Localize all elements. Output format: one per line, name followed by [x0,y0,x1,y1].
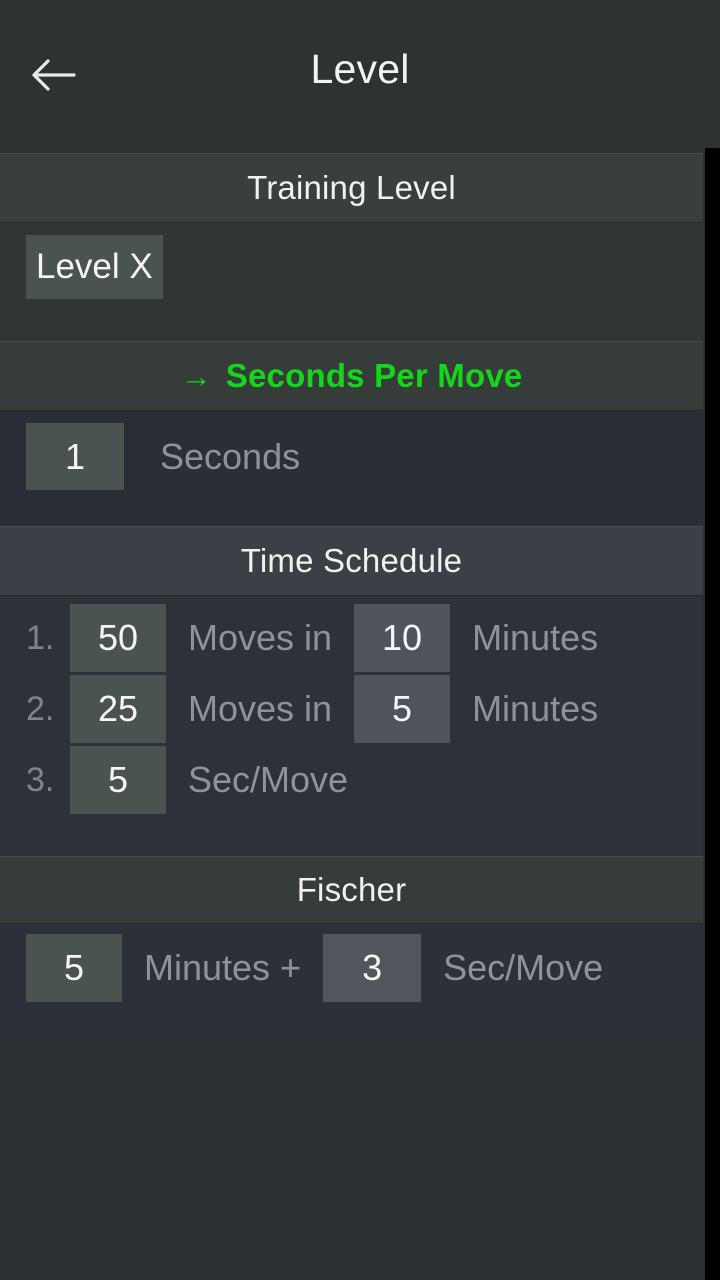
schedule-row-index: 3. [26,760,55,799]
seconds-value-button[interactable]: 1 [26,423,124,490]
fischer-increment-button[interactable]: 3 [323,934,422,1002]
training-level-row: Level X [26,235,163,299]
seconds-unit-label: Seconds [160,435,301,477]
fischer-minutes-button[interactable]: 5 [26,934,122,1002]
schedule-row: 2. 25 Moves in 5 Minutes [0,674,598,744]
schedule-minutes-button[interactable]: 10 [354,604,451,672]
schedule-row-index: 2. [26,689,55,728]
section-body-fischer: 5 Minutes + 3 Sec/Move [0,924,703,1042]
section-body-time-schedule: 1. 50 Moves in 10 Minutes 2. 25 Moves in… [0,596,703,856]
level-value-button[interactable]: Level X [26,235,163,299]
scrollbar-track[interactable] [705,148,720,1280]
schedule-secmove-button[interactable]: 5 [70,746,166,814]
section-title-time-schedule: Time Schedule [240,542,463,579]
schedule-minutes-label: Minutes [472,688,599,729]
section-title-training-level: Training Level [247,169,456,206]
seconds-per-move-row: 1 Seconds [26,423,300,490]
fischer-increment-label: Sec/Move [443,947,604,988]
section-title-seconds-per-move: Seconds Per Move [225,357,523,394]
section-header-seconds-per-move[interactable]: → Seconds Per Move [0,341,703,411]
page-title: Level [310,46,410,92]
schedule-row: 1. 50 Moves in 10 Minutes [0,603,598,673]
app-bar: Level [0,0,720,153]
arrow-right-icon: → [180,358,212,394]
settings-scroll-area[interactable]: Training Level Level X → Seconds Per Mov… [0,153,705,1280]
section-header-fischer[interactable]: Fischer [0,856,703,924]
section-header-training-level: Training Level [0,153,703,223]
schedule-secmove-label: Sec/Move [188,759,349,800]
section-body-training-level: Level X [0,223,703,341]
section-body-seconds-per-move: 1 Seconds [0,411,703,526]
section-title-fischer: Fischer [296,871,407,908]
fischer-minutes-label: Minutes + [144,947,302,988]
schedule-moves-label: Moves in [188,617,333,658]
content-filler [0,1042,703,1280]
schedule-minutes-label: Minutes [472,617,599,658]
schedule-moves-button[interactable]: 50 [70,604,166,672]
schedule-row: 3. 5 Sec/Move [0,745,370,815]
section-header-time-schedule[interactable]: Time Schedule [0,526,703,596]
fischer-row: 5 Minutes + 3 Sec/Move [26,934,603,1002]
schedule-row-index: 1. [26,618,55,657]
app-screen: Level Training Level Level X → Seconds P… [0,0,720,1280]
schedule-moves-button[interactable]: 25 [70,675,166,743]
schedule-moves-label: Moves in [188,688,333,729]
schedule-minutes-button[interactable]: 5 [354,675,451,743]
